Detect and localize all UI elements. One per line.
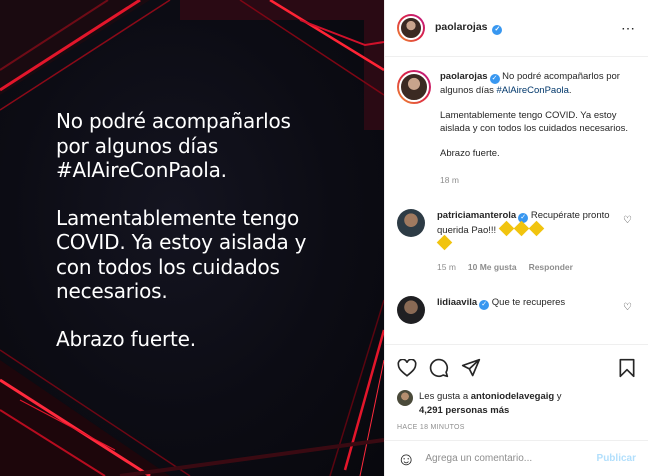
avatar[interactable] <box>397 209 425 237</box>
publish-button[interactable]: Publicar <box>597 453 636 464</box>
comment-username[interactable]: lidiaavila <box>437 297 477 308</box>
comments-scroll-area[interactable]: paolarojas ✓ No podré acompañarlos por al… <box>385 58 648 344</box>
caption-time[interactable]: 18 m <box>440 174 636 187</box>
post-caption: paolarojas ✓ No podré acompañarlos por al… <box>397 70 636 187</box>
verified-badge-icon: ✓ <box>492 25 503 35</box>
liker-username[interactable]: antoniodelavegaig <box>471 391 554 402</box>
verified-badge-icon: ✓ <box>489 74 500 84</box>
hashtag-link[interactable]: #AlAireConPaola <box>497 85 569 96</box>
post-image-paragraph: Abrazo fuerte. <box>56 326 196 351</box>
comment-meta: 15 m 10 Me gusta Responder <box>437 261 618 274</box>
sparkle-emoji-icon <box>436 234 453 251</box>
sparkle-emoji-icon <box>528 220 545 237</box>
sparkle-emoji-icon <box>498 220 515 237</box>
add-comment-bar: ☺ Publicar <box>385 440 648 476</box>
more-options-icon[interactable]: ⋯ <box>621 20 636 37</box>
post-header: paolarojas ✓ ⋯ <box>385 0 648 57</box>
avatar[interactable] <box>397 70 431 104</box>
post-timestamp[interactable]: HACE 18 MINUTOS <box>397 424 636 431</box>
post-sidebar: paolarojas ✓ ⋯ paolarojas ✓ No podré acom… <box>384 0 648 476</box>
post-image-paragraph: No podré acompañarlos por algunos días #… <box>56 109 291 182</box>
likes-summary: Les gusta a antoniodelavegaig y 4,291 pe… <box>397 390 636 418</box>
likes-middle: y <box>554 391 562 402</box>
verified-badge-icon: ✓ <box>479 300 490 310</box>
avatar[interactable] <box>397 14 425 42</box>
username-text[interactable]: paolarojas <box>435 21 488 33</box>
emoji-icon[interactable]: ☺ <box>397 450 415 468</box>
sparkle-emoji-icon <box>513 220 530 237</box>
header-username[interactable]: paolarojas ✓ <box>435 21 503 35</box>
post-image-paragraph: Lamentablemente tengo COVID. Ya estoy ai… <box>56 205 307 304</box>
comment-input[interactable] <box>425 453 597 464</box>
bookmark-icon[interactable] <box>618 358 636 378</box>
post-actions: Les gusta a antoniodelavegaig y 4,291 pe… <box>385 344 648 431</box>
comment-item: patriciamanterola ✓ Recupérate pronto que… <box>397 209 636 274</box>
caption-line-end: . <box>568 85 572 96</box>
share-icon[interactable] <box>461 358 481 378</box>
heart-icon[interactable] <box>397 359 417 377</box>
post-image[interactable]: No podré acompañarlos por algunos días #… <box>0 0 384 476</box>
caption-paragraph: Abrazo fuerte. <box>440 148 500 159</box>
comment-likes[interactable]: 10 Me gusta <box>468 261 517 274</box>
comment-like-heart-icon[interactable]: ♡ <box>623 215 632 226</box>
comment-icon[interactable] <box>429 358 449 378</box>
comment-username[interactable]: patriciamanterola <box>437 210 516 221</box>
post-image-text: No podré acompañarlos por algunos días #… <box>56 109 376 374</box>
comment-time[interactable]: 15 m <box>437 261 456 274</box>
comment-item: lidiaavila ✓ Que te recuperes ♡ <box>397 296 636 324</box>
caption-username[interactable]: paolarojas <box>440 71 488 82</box>
likes-prefix: Les gusta a <box>419 391 471 402</box>
caption-text: paolarojas ✓ No podré acompañarlos por al… <box>440 70 636 97</box>
liker-avatar[interactable] <box>397 390 413 406</box>
likes-count[interactable]: 4,291 personas más <box>419 405 509 416</box>
comment-text: Que te recuperes <box>489 297 566 308</box>
comment-like-heart-icon[interactable]: ♡ <box>623 302 632 313</box>
reply-button[interactable]: Responder <box>529 261 573 274</box>
caption-paragraph: Lamentablemente tengo COVID. Ya estoy ai… <box>440 110 629 134</box>
avatar[interactable] <box>397 296 425 324</box>
